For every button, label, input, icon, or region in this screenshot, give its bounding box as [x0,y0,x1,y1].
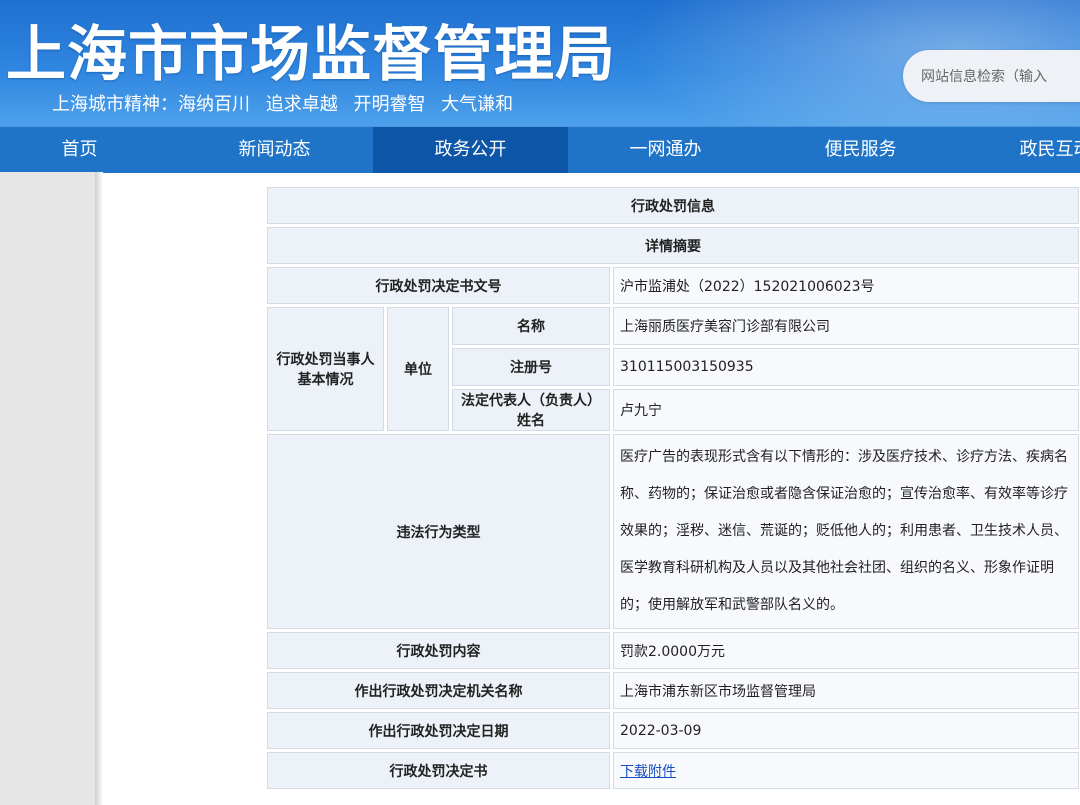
section-title: 行政处罚信息 [267,187,1079,224]
nav-item-news[interactable]: 新闻动态 [177,127,372,173]
legal-representative-value: 卢九宁 [613,389,1079,431]
decision-number-label: 行政处罚决定书文号 [267,267,610,304]
download-attachment-link[interactable]: 下载附件 [620,764,676,780]
violation-type-value: 医疗广告的表现形式含有以下情形的：涉及医疗技术、诊疗方法、疾病名称、药物的；保证… [613,434,1079,629]
search-box[interactable] [903,50,1080,102]
penalty-detail-table: 行政处罚信息 详情摘要 行政处罚决定书文号 沪市监浦处（2022）1520210… [264,184,1080,792]
table-row: 行政处罚决定书 下载附件 [267,752,1079,789]
nav-item-interaction[interactable]: 政民互动 [958,127,1080,173]
main-nav: 首页 新闻动态 政务公开 一网通办 便民服务 政民互动 [0,126,1080,173]
penalty-content-label: 行政处罚内容 [267,632,610,669]
decision-date-label: 作出行政处罚决定日期 [267,712,610,749]
table-row: 作出行政处罚决定日期 2022-03-09 [267,712,1079,749]
site-header: 上海市市场监督管理局 上海城市精神：海纳百川 追求卓越 开明睿智 大气谦和 [0,0,1080,126]
decision-document-cell: 下载附件 [613,752,1079,789]
name-value: 上海丽质医疗美容门诊部有限公司 [613,307,1079,345]
search-input[interactable] [919,64,1080,90]
top-utility-bar [860,0,1080,4]
table-row: 行政处罚当事人基本情况 单位 名称 上海丽质医疗美容门诊部有限公司 [267,307,1079,431]
name-label: 名称 [452,307,610,345]
table-row: 违法行为类型 医疗广告的表现形式含有以下情形的：涉及医疗技术、诊疗方法、疾病名称… [267,434,1079,629]
decision-number-value: 沪市监浦处（2022）152021006023号 [613,267,1079,304]
unit-label: 单位 [387,307,449,431]
site-title: 上海市市场监督管理局 [6,20,616,90]
decision-date-value: 2022-03-09 [613,712,1079,749]
table-row: 行政处罚决定书文号 沪市监浦处（2022）152021006023号 [267,267,1079,304]
site-motto: 上海城市精神：海纳百川 追求卓越 开明睿智 大气谦和 [52,94,514,115]
party-info-label: 行政处罚当事人基本情况 [267,307,384,431]
registration-number-value: 310115003150935 [613,348,1079,386]
legal-representative-label: 法定代表人（负责人）姓名 [452,389,610,431]
nav-item-public-services[interactable]: 便民服务 [763,127,958,173]
registration-number-label: 注册号 [452,348,610,386]
violation-type-label: 违法行为类型 [267,434,610,629]
table-row: 行政处罚内容 罚款2.0000万元 [267,632,1079,669]
left-gutter [0,172,95,805]
penalty-content-value: 罚款2.0000万元 [613,632,1079,669]
table-row: 作出行政处罚决定机关名称 上海市浦东新区市场监督管理局 [267,672,1079,709]
table-row: 详情摘要 [267,227,1079,264]
nav-item-government-affairs[interactable]: 政务公开 [373,127,568,173]
authority-name-label: 作出行政处罚决定机关名称 [267,672,610,709]
left-gutter-shadow [95,172,103,805]
subsection-title: 详情摘要 [267,227,1079,264]
nav-item-home[interactable]: 首页 [0,127,177,173]
nav-item-online-services[interactable]: 一网通办 [568,127,763,173]
authority-name-value: 上海市浦东新区市场监督管理局 [613,672,1079,709]
table-row: 行政处罚信息 [267,187,1079,224]
decision-document-label: 行政处罚决定书 [267,752,610,789]
